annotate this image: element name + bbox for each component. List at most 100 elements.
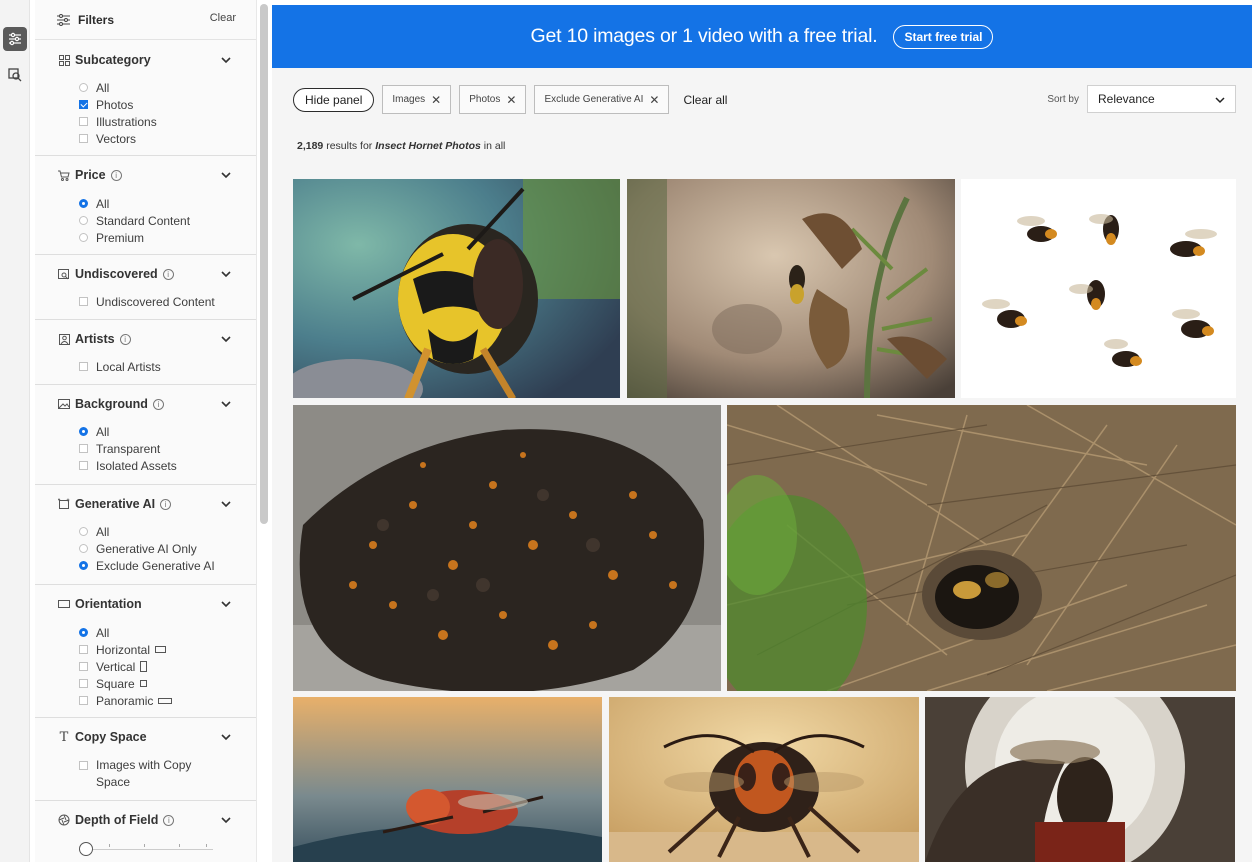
filters-icon bbox=[57, 13, 70, 26]
result-image-6[interactable] bbox=[293, 697, 602, 862]
orientation-option-square[interactable]: Square bbox=[79, 675, 256, 692]
info-icon[interactable]: i bbox=[152, 398, 164, 410]
subcategory-option-all[interactable]: All bbox=[79, 79, 256, 96]
subcategory-option-illustrations[interactable]: Illustrations bbox=[79, 113, 256, 130]
results-summary: 2,189 results for Insect Hornet Photos i… bbox=[297, 140, 505, 152]
chevron-down-icon[interactable] bbox=[220, 333, 232, 345]
copy-space-header[interactable]: T Copy Space bbox=[35, 728, 256, 746]
hide-panel-button[interactable]: Hide panel bbox=[293, 87, 375, 112]
sort-select[interactable]: Relevance bbox=[1087, 85, 1236, 113]
subcategory-label: Subcategory bbox=[75, 53, 151, 67]
generative-ai-option-exclude[interactable]: Exclude Generative AI bbox=[79, 557, 256, 574]
filter-toolbar: Hide panel Images ✕ Photos ✕ Exclude Gener… bbox=[293, 85, 727, 114]
undiscovered-option-content[interactable]: Undiscovered Content bbox=[79, 293, 256, 310]
background-option-isolated[interactable]: Isolated Assets bbox=[79, 457, 256, 474]
filter-chip-photos[interactable]: Photos ✕ bbox=[459, 85, 527, 114]
generative-ai-section: Generative AI i All Generative AI Only E… bbox=[35, 485, 256, 585]
background-option-all[interactable]: All bbox=[79, 423, 256, 440]
artists-header[interactable]: Artists i bbox=[35, 330, 256, 348]
result-image-2[interactable] bbox=[627, 179, 955, 398]
clear-all-link[interactable]: Clear all bbox=[683, 93, 727, 107]
generative-ai-icon bbox=[57, 497, 71, 511]
subcategory-option-vectors[interactable]: Vectors bbox=[79, 130, 256, 147]
orientation-header[interactable]: Orientation bbox=[35, 595, 256, 613]
copy-space-option[interactable]: Images with Copy Space bbox=[79, 757, 215, 791]
orientation-option-horizontal[interactable]: Horizontal bbox=[79, 641, 256, 658]
close-icon[interactable]: ✕ bbox=[506, 93, 516, 107]
generative-ai-header[interactable]: Generative AI i bbox=[35, 495, 256, 513]
result-image-5[interactable] bbox=[727, 405, 1236, 691]
filter-chip-images[interactable]: Images ✕ bbox=[382, 85, 452, 114]
background-header[interactable]: Background i bbox=[35, 395, 256, 413]
artists-option-local[interactable]: Local Artists bbox=[79, 358, 256, 375]
close-icon[interactable]: ✕ bbox=[431, 93, 441, 107]
grid-icon bbox=[57, 53, 71, 67]
price-section: Price i All Standard Content Premium bbox=[35, 156, 256, 255]
copy-space-label: Copy Space bbox=[75, 730, 147, 744]
depth-of-field-slider[interactable] bbox=[79, 839, 213, 859]
result-image-1[interactable] bbox=[293, 179, 620, 398]
price-option-standard[interactable]: Standard Content bbox=[79, 212, 256, 229]
generative-ai-option-only[interactable]: Generative AI Only bbox=[79, 540, 256, 557]
orientation-icon bbox=[57, 597, 71, 611]
undiscovered-label: Undiscovered bbox=[75, 267, 158, 281]
result-image-3[interactable] bbox=[961, 179, 1236, 398]
slider-handle[interactable] bbox=[79, 842, 93, 856]
clear-filters-link[interactable]: Clear bbox=[210, 12, 236, 24]
search-query: Insect Hornet Photos bbox=[375, 140, 481, 152]
artists-label: Artists bbox=[75, 332, 115, 346]
depth-of-field-header[interactable]: Depth of Field i bbox=[35, 811, 256, 829]
filters-toggle-button[interactable] bbox=[3, 27, 27, 51]
chevron-down-icon[interactable] bbox=[220, 54, 232, 66]
result-image-8[interactable] bbox=[925, 697, 1235, 862]
chevron-down-icon[interactable] bbox=[220, 731, 232, 743]
price-option-all[interactable]: All bbox=[79, 195, 256, 212]
filters-icon bbox=[9, 32, 21, 46]
square-shape-icon bbox=[139, 680, 147, 687]
results-scope: in all bbox=[483, 140, 506, 152]
subcategory-header[interactable]: Subcategory bbox=[35, 51, 256, 69]
orientation-option-vertical[interactable]: Vertical bbox=[79, 658, 256, 675]
sort-label: Sort by bbox=[1047, 93, 1079, 105]
horizontal-shape-icon bbox=[155, 646, 167, 653]
info-icon[interactable]: i bbox=[119, 333, 131, 345]
orientation-option-panoramic[interactable]: Panoramic bbox=[79, 692, 256, 709]
orientation-section: Orientation All Horizontal Vertical Squa… bbox=[35, 585, 256, 718]
info-icon[interactable]: i bbox=[162, 268, 174, 280]
aperture-icon bbox=[57, 813, 71, 827]
chevron-down-icon[interactable] bbox=[220, 814, 232, 826]
filter-chip-exclude-genai[interactable]: Exclude Generative AI ✕ bbox=[534, 85, 670, 114]
depth-of-field-label: Depth of Field bbox=[75, 813, 159, 827]
info-icon[interactable]: i bbox=[110, 169, 122, 181]
chevron-down-icon[interactable] bbox=[220, 268, 232, 280]
chevron-down-icon[interactable] bbox=[220, 598, 232, 610]
chevron-down-icon[interactable] bbox=[220, 169, 232, 181]
promo-banner: Get 10 images or 1 video with a free tri… bbox=[272, 5, 1252, 68]
price-option-premium[interactable]: Premium bbox=[79, 229, 256, 246]
start-free-trial-button[interactable]: Start free trial bbox=[893, 24, 994, 49]
close-icon[interactable]: ✕ bbox=[649, 93, 659, 107]
price-header[interactable]: Price i bbox=[35, 166, 256, 184]
vertical-shape-icon bbox=[140, 661, 148, 672]
orientation-option-all[interactable]: All bbox=[79, 624, 256, 641]
generative-ai-label: Generative AI bbox=[75, 497, 156, 511]
copy-space-section: T Copy Space Images with Copy Space bbox=[35, 718, 256, 801]
generative-ai-option-all[interactable]: All bbox=[79, 523, 256, 540]
chevron-down-icon[interactable] bbox=[220, 398, 232, 410]
filter-panel-header: Filters Clear bbox=[35, 0, 256, 40]
undiscovered-header[interactable]: Undiscovered i bbox=[35, 265, 256, 283]
image-icon bbox=[57, 397, 71, 411]
result-image-7[interactable] bbox=[609, 697, 919, 862]
subcategory-option-photos[interactable]: Photos bbox=[79, 96, 256, 113]
info-icon[interactable]: i bbox=[160, 498, 172, 510]
background-label: Background bbox=[75, 397, 148, 411]
panel-scrollbar[interactable] bbox=[260, 4, 268, 524]
result-image-4[interactable] bbox=[293, 405, 721, 691]
chevron-down-icon[interactable] bbox=[220, 498, 232, 510]
results-mid: results for bbox=[326, 140, 373, 152]
sort-control: Sort by Relevance bbox=[1047, 85, 1236, 113]
visual-search-button[interactable] bbox=[3, 63, 27, 87]
background-option-transparent[interactable]: Transparent bbox=[79, 440, 256, 457]
depth-of-field-section: Depth of Field i bbox=[35, 801, 256, 862]
info-icon[interactable]: i bbox=[163, 814, 175, 826]
